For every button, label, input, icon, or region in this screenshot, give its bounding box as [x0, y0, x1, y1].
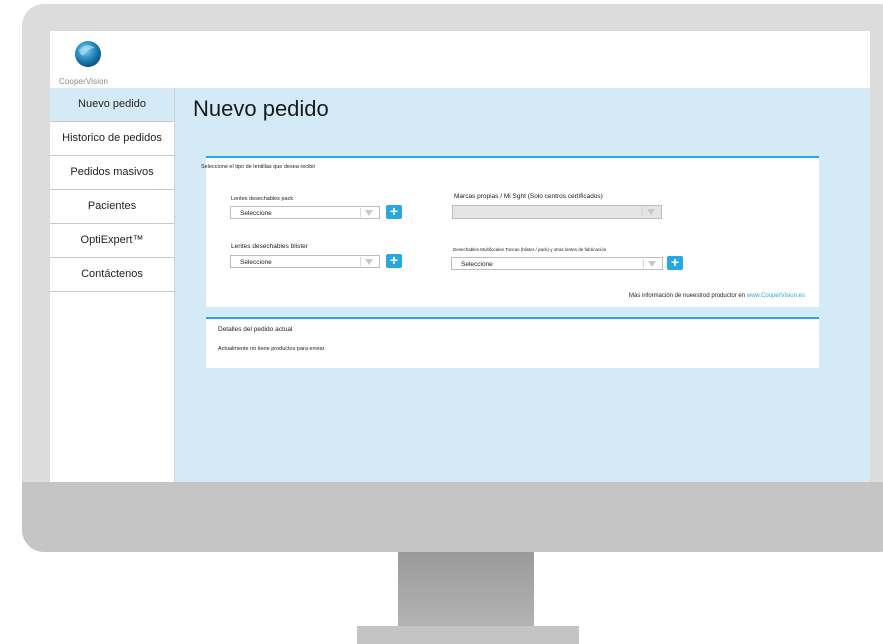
pack-select[interactable]: Seleccione — [230, 206, 380, 219]
sidebar-item-pacientes[interactable]: Pacientes — [50, 190, 174, 224]
pack-select-value: Seleccione — [240, 210, 272, 217]
monitor-chin — [22, 482, 883, 552]
info-text: Más información de nueestrod productor e… — [628, 293, 746, 299]
page-title: Nuevo pedido — [193, 96, 329, 121]
multifocal-select-value: Seleccione — [461, 261, 493, 268]
coopervision-logo[interactable]: CooperVision — [59, 36, 119, 86]
sidebar-item-nuevo-pedido[interactable]: Nuevo pedido — [50, 88, 174, 122]
blister-select-value: Seleccione — [240, 259, 272, 266]
order-details-card: Detalles del pedido actual Actualmente n… — [206, 317, 819, 368]
empty-order-text: Actualmente no tiene productos para envi… — [218, 346, 325, 352]
blister-label: Lentes desechables blister — [231, 243, 308, 250]
multifocal-select[interactable]: Seleccione — [451, 257, 663, 270]
sidebar-item-historico[interactable]: Historico de pedidos — [50, 122, 174, 156]
logo-text: CooperVision — [59, 77, 109, 86]
chevron-down-icon — [365, 259, 373, 265]
add-blister-button[interactable]: + — [386, 253, 402, 268]
card-heading: Seleccione el tipo de lentillas que dese… — [201, 164, 316, 170]
add-multifocal-button[interactable]: + — [667, 255, 683, 270]
sidebar-item-optiexpert[interactable]: OptiExpert™ — [50, 224, 174, 258]
monitor-stand-neck — [398, 552, 534, 628]
info-line: Más información de nueestrod productor e… — [629, 293, 805, 299]
monitor-stand-base — [357, 626, 579, 644]
sidebar: Nuevo pedido Historico de pedidos Pedido… — [50, 88, 175, 482]
blister-select[interactable]: Seleccione — [230, 255, 380, 268]
pack-label: Lentes desechables pack — [231, 196, 294, 202]
sidebar-item-pedidos-masivos[interactable]: Pedidos masivos — [50, 156, 174, 190]
own-brands-label: Marcas propias / Mi Sght (Solo centros c… — [454, 193, 603, 200]
add-pack-button[interactable]: + — [386, 204, 402, 219]
sidebar-item-contactenos[interactable]: Contáctenos — [50, 258, 174, 292]
lens-type-card: Seleccione el tipo de lentillas que dese… — [201, 156, 819, 307]
order-details-heading: Detalles del pedido actual — [218, 326, 293, 333]
main-content: Nuevo pedido Seleccione el tipo de lenti… — [175, 88, 870, 482]
chevron-down-icon — [647, 209, 655, 215]
chevron-down-icon — [648, 261, 656, 267]
screen: CooperVision Nuevo pedido Historico de p… — [50, 31, 870, 482]
coopervision-link[interactable]: www.CooperVision.es — [747, 293, 805, 299]
own-brands-select[interactable] — [452, 205, 662, 219]
multifocal-label: Desechables Multifocales Toricas (bliste… — [453, 247, 607, 252]
chevron-down-icon — [365, 210, 373, 216]
coopervision-logo-icon — [75, 41, 101, 67]
